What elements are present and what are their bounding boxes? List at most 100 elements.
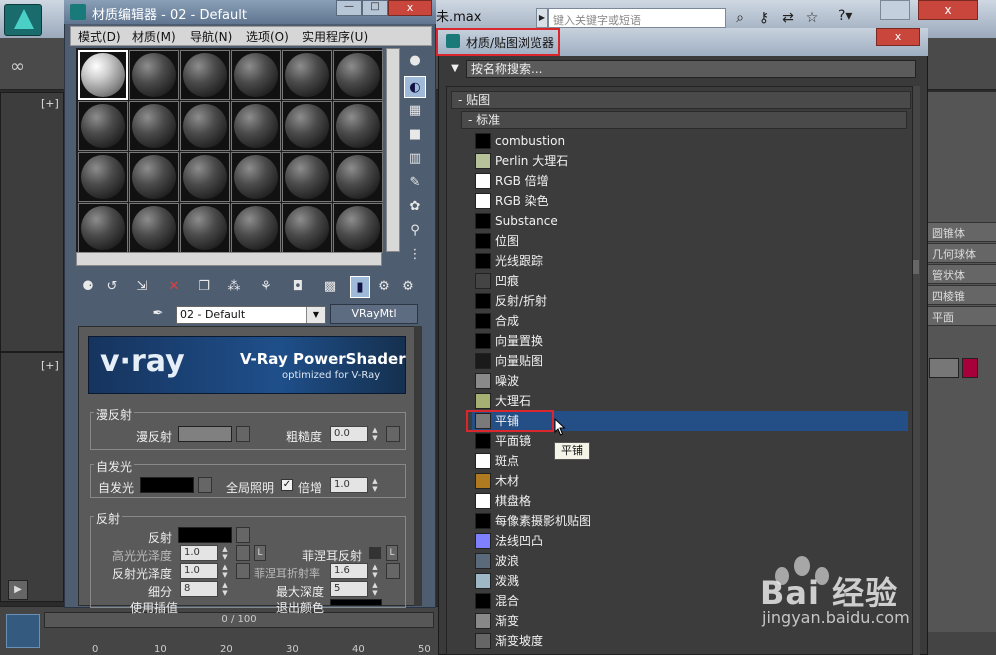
- material-sample-slot[interactable]: [129, 152, 179, 202]
- map-list-item[interactable]: 木材: [472, 471, 908, 491]
- scrollbar-thumb[interactable]: [913, 260, 919, 274]
- spinner-arrows-icon[interactable]: ▲ ▼: [220, 545, 230, 561]
- map-list-item[interactable]: 位图: [472, 231, 908, 251]
- key-icon[interactable]: ⚷: [756, 10, 772, 26]
- cmd-item-plane[interactable]: 平面: [925, 306, 996, 326]
- slots-horizontal-scrollbar[interactable]: [76, 252, 382, 266]
- map-list-item[interactable]: 光线跟踪: [472, 251, 908, 271]
- material-sample-slot[interactable]: [78, 152, 128, 202]
- spinner-arrows-icon[interactable]: ▲ ▼: [370, 477, 380, 493]
- exit-color-swatch[interactable]: [330, 599, 382, 606]
- viewport-bottom[interactable]: [+]: [0, 352, 64, 602]
- material-sample-slot[interactable]: [282, 203, 332, 253]
- maximize-icon[interactable]: □: [362, 0, 388, 16]
- map-list-item[interactable]: Perlin 大理石: [472, 151, 908, 171]
- fresnel-ior-map-button[interactable]: [386, 563, 400, 579]
- browser-vertical-scrollbar[interactable]: [912, 86, 920, 655]
- assign-material-icon[interactable]: ⇲: [132, 276, 152, 298]
- material-sample-slot[interactable]: [231, 203, 281, 253]
- search-options-chevron-icon[interactable]: ▼: [444, 60, 466, 78]
- map-list-item[interactable]: 合成: [472, 311, 908, 331]
- close-icon[interactable]: x: [388, 0, 432, 16]
- app-logo[interactable]: [4, 4, 42, 36]
- roughness-spinner[interactable]: 0.0: [330, 426, 368, 442]
- reflect-gloss-spinner[interactable]: 1.0: [180, 563, 218, 579]
- map-list-item[interactable]: 噪波: [472, 371, 908, 391]
- options-icon[interactable]: ✿: [404, 196, 426, 218]
- diffuse-color-swatch[interactable]: [178, 426, 232, 442]
- self-illum-map-button[interactable]: [198, 477, 212, 493]
- sample-type-icon[interactable]: ●: [404, 50, 426, 72]
- viewport-top-label[interactable]: [+]: [41, 97, 59, 110]
- reset-map-icon[interactable]: ✕: [164, 276, 184, 298]
- parameters-scrollbar[interactable]: [414, 326, 422, 606]
- put-to-scene-icon[interactable]: ↺: [102, 276, 122, 298]
- material-sample-slot[interactable]: [282, 101, 332, 151]
- object-color-swatch[interactable]: [962, 358, 978, 378]
- put-to-library-icon[interactable]: ⚘: [256, 276, 276, 298]
- menu-material[interactable]: 材质(M): [132, 28, 176, 45]
- material-sample-slot[interactable]: [180, 50, 230, 100]
- reflect-color-swatch[interactable]: [178, 527, 232, 543]
- viewport-bottom-label[interactable]: [+]: [41, 359, 59, 372]
- app-search-input[interactable]: 键入关键字或短语: [548, 8, 726, 28]
- map-list-item[interactable]: RGB 倍增: [472, 171, 908, 191]
- select-by-material-icon[interactable]: ⚲: [404, 220, 426, 242]
- material-sample-slot[interactable]: [180, 152, 230, 202]
- map-list-item[interactable]: 向量置换: [472, 331, 908, 351]
- self-illum-color-swatch[interactable]: [140, 477, 194, 493]
- material-sample-slot[interactable]: [180, 101, 230, 151]
- eyedropper-icon[interactable]: ✒: [148, 306, 168, 324]
- material-sample-slot[interactable]: [282, 152, 332, 202]
- browser-search-input[interactable]: 按名称搜索...: [466, 60, 916, 78]
- subdivs-spinner[interactable]: 8: [180, 581, 218, 597]
- map-list-item[interactable]: 大理石: [472, 391, 908, 411]
- menu-mode[interactable]: 模式(D): [78, 28, 121, 45]
- make-unique-icon[interactable]: ⁂: [224, 276, 244, 298]
- star-icon[interactable]: ☆: [804, 10, 820, 26]
- go-forward-icon[interactable]: ⚙: [398, 276, 418, 298]
- viewport-top[interactable]: [+]: [0, 92, 64, 352]
- fresnel-lock-button[interactable]: L: [386, 545, 398, 561]
- app-minimize-button[interactable]: [880, 0, 910, 20]
- cmd-item-pyramid[interactable]: 四棱锥: [925, 285, 996, 305]
- multiplier-spinner[interactable]: 1.0: [330, 477, 368, 493]
- map-list-item[interactable]: Substance: [472, 211, 908, 231]
- background-icon[interactable]: ▦: [404, 100, 426, 122]
- chevron-down-icon[interactable]: ▼: [306, 307, 325, 323]
- backlight-icon[interactable]: ◐: [404, 76, 426, 98]
- binoculars-icon[interactable]: ⌕: [732, 10, 748, 26]
- reflect-gloss-map-button[interactable]: [236, 563, 250, 579]
- menu-options[interactable]: 选项(O): [246, 28, 289, 45]
- map-list-item[interactable]: 凹痕: [472, 271, 908, 291]
- map-list-item[interactable]: combustion: [472, 131, 908, 151]
- map-list-item[interactable]: 渐变坡度: [472, 631, 908, 651]
- time-slider[interactable]: 0 / 100: [44, 612, 434, 628]
- spinner-arrows-icon[interactable]: ▲ ▼: [220, 563, 230, 579]
- show-map-icon[interactable]: ▩: [320, 276, 340, 298]
- time-ruler[interactable]: 0 10 20 30 40 50: [44, 632, 434, 655]
- material-sample-slot[interactable]: [333, 203, 383, 253]
- minimize-icon[interactable]: —: [336, 0, 362, 16]
- connect-icon[interactable]: ⇄: [780, 10, 796, 26]
- material-sample-slot[interactable]: [129, 203, 179, 253]
- play-icon[interactable]: ▶: [8, 580, 28, 600]
- cmd-item-tube[interactable]: 管状体: [925, 264, 996, 284]
- material-sample-slot[interactable]: [231, 50, 281, 100]
- menu-utilities[interactable]: 实用程序(U): [302, 28, 368, 45]
- viewport-layout-icon[interactable]: [6, 614, 40, 648]
- material-sample-slot[interactable]: [78, 50, 128, 100]
- go-to-parent-icon[interactable]: ⚙: [374, 276, 394, 298]
- hilight-gloss-map-button[interactable]: [236, 545, 250, 561]
- category-maps[interactable]: - 贴图: [451, 91, 911, 109]
- material-type-button[interactable]: VRayMtl: [330, 304, 418, 324]
- material-sample-slot[interactable]: [231, 101, 281, 151]
- show-end-result-icon[interactable]: ▮: [350, 276, 370, 298]
- material-sample-slot[interactable]: [180, 203, 230, 253]
- video-color-icon[interactable]: ▥: [404, 148, 426, 170]
- material-sample-slot[interactable]: [282, 50, 332, 100]
- material-sample-slot[interactable]: [333, 50, 383, 100]
- spinner-arrows-icon[interactable]: ▲ ▼: [370, 563, 380, 579]
- material-sample-slot[interactable]: [78, 203, 128, 253]
- spinner-arrows-icon[interactable]: ▲ ▼: [370, 426, 380, 442]
